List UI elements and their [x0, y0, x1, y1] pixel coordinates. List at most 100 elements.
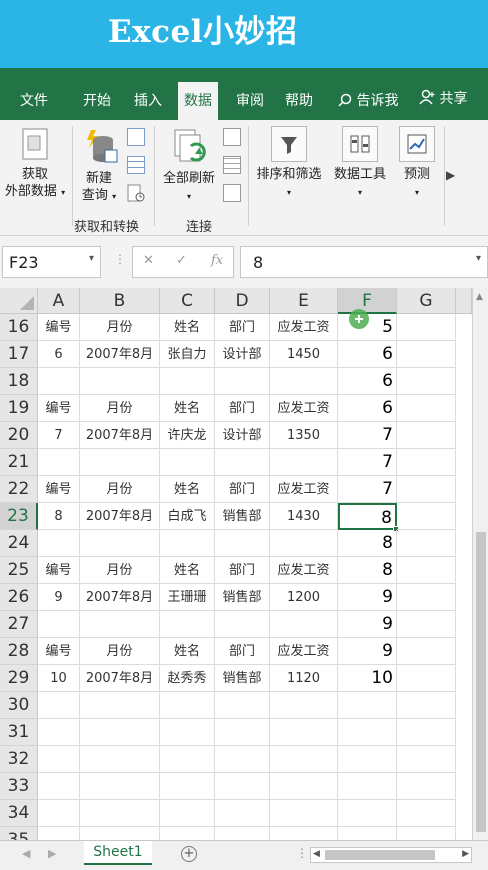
cell-a30[interactable]	[38, 692, 80, 719]
share-button[interactable]: 共享	[419, 88, 467, 108]
cell-d32[interactable]	[215, 746, 270, 773]
cell-e17[interactable]: 1450	[270, 341, 338, 368]
cell-f27[interactable]: 9	[338, 611, 397, 638]
row-header[interactable]: 27	[0, 611, 38, 638]
horizontal-scroll-thumb[interactable]	[325, 850, 435, 860]
cell-e16[interactable]: 应发工资	[270, 314, 338, 341]
scroll-right-icon[interactable]: ▶	[462, 849, 469, 859]
cell-d21[interactable]	[215, 449, 270, 476]
cell-d30[interactable]	[215, 692, 270, 719]
scroll-left-icon[interactable]: ◀	[313, 849, 320, 859]
cell-g28[interactable]	[397, 638, 456, 665]
cell-a17[interactable]: 6	[38, 341, 80, 368]
ribbon-scroll-right-icon[interactable]: ▶	[446, 168, 455, 182]
cell-a23[interactable]: 8	[38, 503, 80, 530]
select-all-corner[interactable]	[0, 288, 38, 314]
cell-d26[interactable]: 销售部	[215, 584, 270, 611]
cell-c25[interactable]: 姓名	[160, 557, 215, 584]
cell-b26[interactable]: 2007年8月	[80, 584, 160, 611]
next-sheet-icon[interactable]: ▶	[48, 847, 56, 860]
formula-input[interactable]: 8 ▾	[240, 246, 488, 278]
cell-e27[interactable]	[270, 611, 338, 638]
prev-sheet-icon[interactable]: ◀	[22, 847, 30, 860]
cell-b20[interactable]: 2007年8月	[80, 422, 160, 449]
cell-d31[interactable]	[215, 719, 270, 746]
cell-b19[interactable]: 月份	[80, 395, 160, 422]
horizontal-scrollbar[interactable]: ◀ ▶	[310, 847, 472, 863]
cell-c16[interactable]: 姓名	[160, 314, 215, 341]
column-header-b[interactable]: B	[80, 288, 160, 314]
cell-e34[interactable]	[270, 800, 338, 827]
vertical-scroll-thumb[interactable]	[476, 532, 486, 832]
cell-b27[interactable]	[80, 611, 160, 638]
vertical-scrollbar[interactable]: ▲	[472, 288, 488, 840]
cell-e21[interactable]	[270, 449, 338, 476]
connections-icon[interactable]	[223, 128, 241, 146]
cell-f29[interactable]: 10	[338, 665, 397, 692]
cell-e29[interactable]: 1120	[270, 665, 338, 692]
cell-d23[interactable]: 销售部	[215, 503, 270, 530]
row-header[interactable]: 31	[0, 719, 38, 746]
cell-f30[interactable]	[338, 692, 397, 719]
cell-b33[interactable]	[80, 773, 160, 800]
cell-c24[interactable]	[160, 530, 215, 557]
cell-d28[interactable]: 部门	[215, 638, 270, 665]
enter-icon[interactable]: ✓	[176, 253, 187, 268]
cell-d19[interactable]: 部门	[215, 395, 270, 422]
cell-a16[interactable]: 编号	[38, 314, 80, 341]
cell-b18[interactable]	[80, 368, 160, 395]
row-header[interactable]: 29	[0, 665, 38, 692]
new-query-button[interactable]: 新建 查询 ▾	[76, 126, 122, 205]
row-header[interactable]: 33	[0, 773, 38, 800]
cell-b16[interactable]: 月份	[80, 314, 160, 341]
cell-a34[interactable]	[38, 800, 80, 827]
cell-c26[interactable]: 王珊珊	[160, 584, 215, 611]
cell-f25[interactable]: 8	[338, 557, 397, 584]
cell-c22[interactable]: 姓名	[160, 476, 215, 503]
cell-b28[interactable]: 月份	[80, 638, 160, 665]
cell-g21[interactable]	[397, 449, 456, 476]
cell-a19[interactable]: 编号	[38, 395, 80, 422]
data-tools-button[interactable]: 数据工具 ▾	[330, 126, 390, 201]
sort-filter-button[interactable]: 排序和筛选 ▾	[250, 126, 328, 201]
row-header[interactable]: 24	[0, 530, 38, 557]
cell-d33[interactable]	[215, 773, 270, 800]
row-header[interactable]: 18	[0, 368, 38, 395]
cell-d29[interactable]: 销售部	[215, 665, 270, 692]
cell-e32[interactable]	[270, 746, 338, 773]
column-header-f[interactable]: F	[338, 288, 397, 314]
cell-f26[interactable]: 9	[338, 584, 397, 611]
scroll-up-icon[interactable]: ▲	[476, 292, 483, 302]
cell-e23[interactable]: 1430	[270, 503, 338, 530]
cell-f31[interactable]	[338, 719, 397, 746]
cell-g22[interactable]	[397, 476, 456, 503]
cell-f21[interactable]: 7	[338, 449, 397, 476]
cell-d17[interactable]: 设计部	[215, 341, 270, 368]
cell-a26[interactable]: 9	[38, 584, 80, 611]
cancel-icon[interactable]: ✕	[143, 253, 154, 268]
cell-c18[interactable]	[160, 368, 215, 395]
cell-d20[interactable]: 设计部	[215, 422, 270, 449]
cell-b30[interactable]	[80, 692, 160, 719]
cell-f17[interactable]: 6	[338, 341, 397, 368]
cell-b32[interactable]	[80, 746, 160, 773]
column-header-d[interactable]: D	[215, 288, 270, 314]
cell-d22[interactable]: 部门	[215, 476, 270, 503]
cell-g30[interactable]	[397, 692, 456, 719]
sheet-tab-sheet1[interactable]: Sheet1	[84, 841, 152, 865]
cell-f19[interactable]: 6	[338, 395, 397, 422]
tell-me-search[interactable]: 告诉我	[338, 90, 398, 110]
cell-c30[interactable]	[160, 692, 215, 719]
cell-b22[interactable]: 月份	[80, 476, 160, 503]
column-header-a[interactable]: A	[38, 288, 80, 314]
chevron-down-icon[interactable]: ▾	[476, 253, 481, 264]
cell-c28[interactable]: 姓名	[160, 638, 215, 665]
tab-home[interactable]: 开始	[83, 90, 111, 110]
edit-links-icon[interactable]	[223, 184, 241, 202]
cell-g18[interactable]	[397, 368, 456, 395]
column-header-g[interactable]: G	[397, 288, 456, 314]
spreadsheet-grid[interactable]: A B C D E F G 16 编号 月份 姓名 部门 应发工资 5 17 6 2007年8月 张自力 设计部 14…	[0, 288, 488, 854]
cell-e26[interactable]: 1200	[270, 584, 338, 611]
cell-a25[interactable]: 编号	[38, 557, 80, 584]
cell-c21[interactable]	[160, 449, 215, 476]
